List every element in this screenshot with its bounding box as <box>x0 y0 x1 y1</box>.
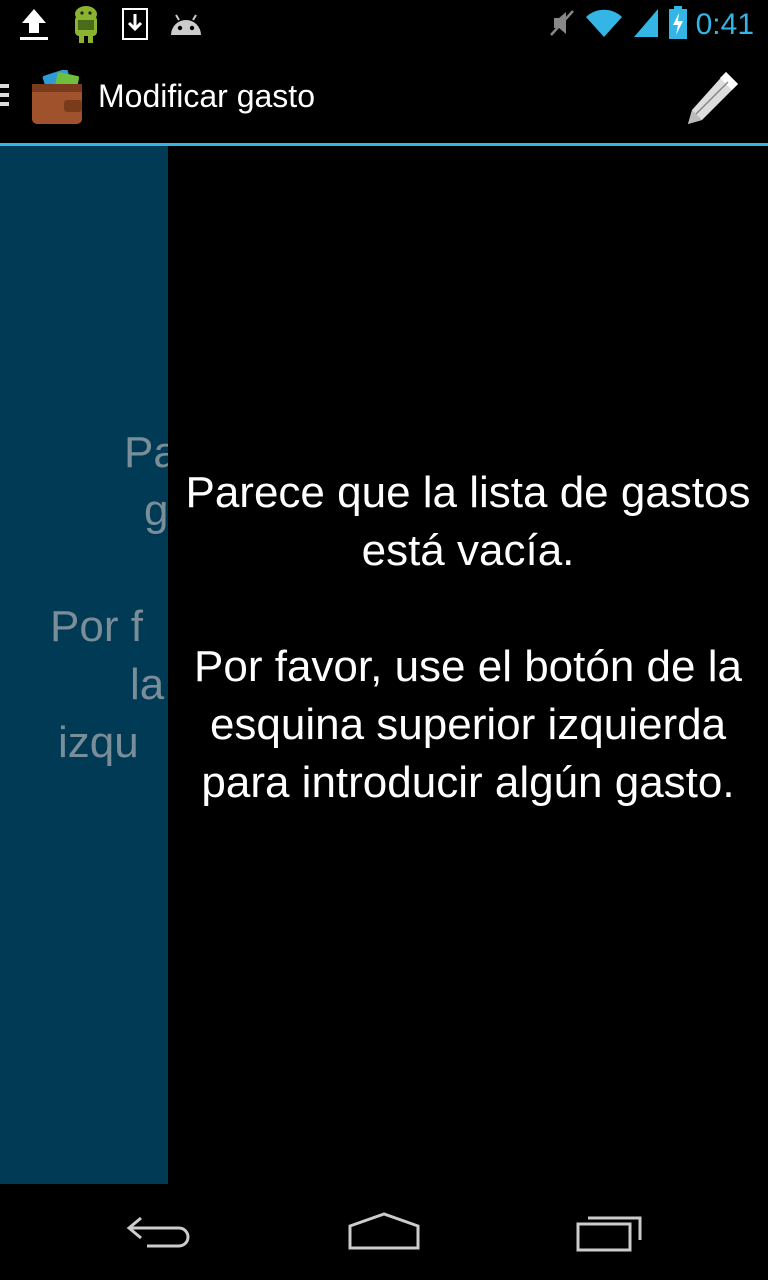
wifi-icon <box>584 7 624 43</box>
android-debug-icon <box>70 4 102 48</box>
android-head-icon <box>168 11 204 41</box>
battery-charging-icon <box>668 6 688 44</box>
back-icon[interactable] <box>110 1202 210 1262</box>
ghost-line: Por f <box>50 602 143 651</box>
content-area: Pa g Por f la izqu Parece que la lista d… <box>0 146 768 1184</box>
navigation-bar <box>0 1184 768 1280</box>
ghost-line: la <box>130 660 165 709</box>
empty-hint: Por favor, use el botón de la esquina su… <box>194 642 742 807</box>
mute-icon <box>548 8 576 42</box>
pencil-icon[interactable] <box>682 68 742 128</box>
home-icon[interactable] <box>334 1202 434 1262</box>
empty-title: Parece que la lista de gastos está vacía… <box>185 468 751 575</box>
signal-icon <box>632 7 660 43</box>
download-icon <box>122 8 148 44</box>
wallet-icon[interactable] <box>30 68 84 126</box>
upload-icon <box>18 7 50 45</box>
status-time: 0:41 <box>695 8 754 41</box>
ghost-line: g <box>144 486 168 535</box>
ghost-line: Pa <box>124 428 168 477</box>
drawer-ghost-text: Pa g Por f la izqu <box>0 424 168 772</box>
main-panel: Parece que la lista de gastos está vacía… <box>168 146 768 1184</box>
ghost-line: izqu <box>58 718 139 767</box>
empty-list-message: Parece que la lista de gastos está vacía… <box>168 464 768 812</box>
drawer-panel[interactable]: Pa g Por f la izqu <box>0 146 168 1184</box>
page-title: Modificar gasto <box>98 78 315 114</box>
status-bar: 0:41 <box>0 0 768 50</box>
drawer-indicator-icon[interactable] <box>0 84 10 114</box>
recent-apps-icon[interactable] <box>560 1202 660 1262</box>
